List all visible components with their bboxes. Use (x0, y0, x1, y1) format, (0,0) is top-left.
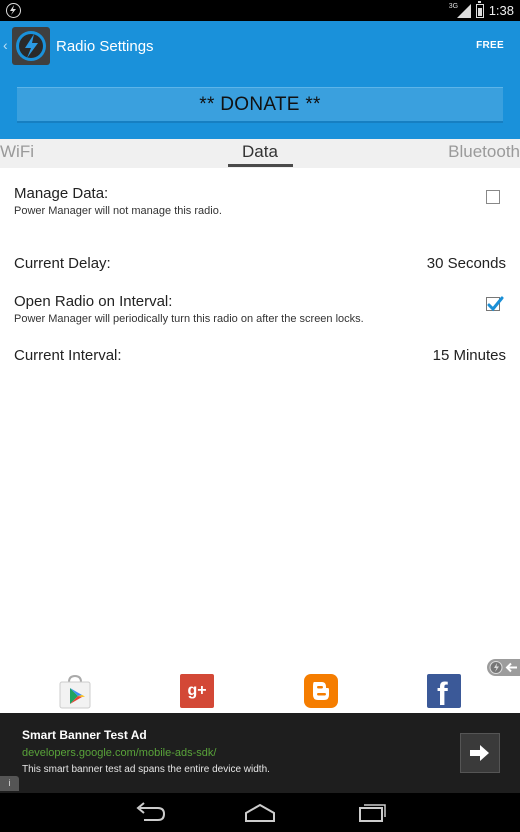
side-panel-tab[interactable] (487, 659, 520, 676)
play-store-icon[interactable] (57, 674, 91, 709)
battery-icon (475, 0, 484, 18)
ad-arrow-button[interactable] (460, 733, 500, 773)
tab-strip: WiFi Data Bluetooth (0, 139, 520, 168)
app-title: Radio Settings (56, 38, 154, 55)
ad-url[interactable]: developers.google.com/mobile-ads-sdk/ (22, 747, 216, 759)
facebook-icon[interactable]: f (427, 674, 461, 712)
action-bar: ‹ Radio Settings FREE ** DONATE ** (0, 21, 520, 139)
open-radio-checkbox[interactable] (486, 296, 504, 312)
lightning-notification-icon (6, 3, 21, 18)
arrow-right-icon (470, 745, 489, 761)
home-icon[interactable] (242, 799, 278, 825)
facebook-label: f (437, 676, 448, 712)
ad-banner[interactable]: Smart Banner Test Ad developers.google.c… (0, 713, 520, 793)
network-type-label: 3G (448, 2, 459, 10)
manage-data-checkbox[interactable] (486, 190, 500, 204)
manage-data-summary: Power Manager will not manage this radio… (14, 205, 222, 217)
google-plus-label: g+ (187, 682, 207, 699)
tab-bluetooth[interactable]: Bluetooth (448, 142, 520, 162)
setting-current-interval[interactable]: Current Interval: 15 Minutes (14, 347, 506, 364)
current-delay-value: 30 Seconds (426, 255, 506, 272)
free-label[interactable]: FREE (476, 40, 504, 51)
ad-info-icon[interactable]: i (0, 776, 19, 791)
up-navigation-icon[interactable]: ‹ (3, 37, 8, 53)
checkmark-icon (487, 296, 504, 312)
system-nav-bar (0, 793, 520, 832)
current-interval-value: 15 Minutes (432, 347, 506, 364)
donate-button[interactable]: ** DONATE ** (17, 87, 503, 123)
status-indicators: 3G 1:38 (449, 0, 514, 19)
status-time: 1:38 (488, 3, 514, 18)
setting-open-radio[interactable]: Open Radio on Interval: Power Manager wi… (14, 293, 506, 325)
open-radio-title: Open Radio on Interval: (14, 293, 173, 310)
open-radio-summary: Power Manager will periodically turn thi… (14, 313, 364, 325)
back-icon[interactable] (132, 799, 168, 825)
signal-icon: 3G (449, 3, 471, 18)
tab-indicator (228, 164, 293, 167)
setting-current-delay[interactable]: Current Delay: 30 Seconds (14, 255, 506, 272)
google-plus-icon[interactable]: g+ (180, 674, 214, 708)
app-logo-icon[interactable] (12, 27, 50, 65)
blogger-icon[interactable] (304, 674, 338, 708)
recents-icon[interactable] (354, 799, 390, 825)
status-bar: 3G 1:38 (0, 0, 520, 21)
tab-data[interactable]: Data (0, 142, 520, 162)
setting-manage-data[interactable]: Manage Data: Power Manager will not mana… (14, 185, 506, 217)
manage-data-title: Manage Data: (14, 185, 109, 202)
ad-description: This smart banner test ad spans the enti… (22, 764, 270, 775)
ad-title: Smart Banner Test Ad (22, 728, 147, 742)
